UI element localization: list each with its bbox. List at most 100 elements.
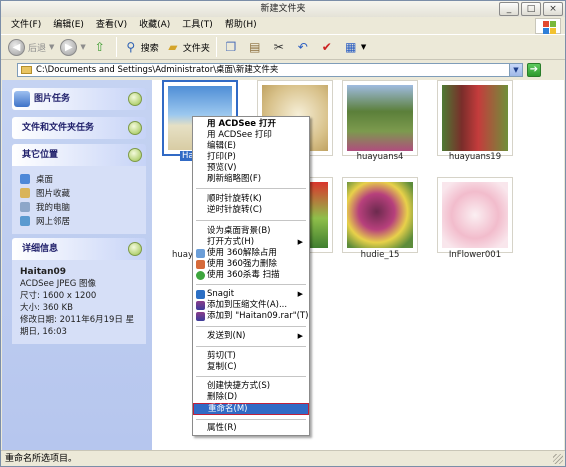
menu-help[interactable]: 帮助(H)	[219, 17, 263, 34]
file-tasks-header[interactable]: 文件和文件夹任务	[12, 117, 146, 139]
chevron-up-icon[interactable]	[128, 148, 142, 162]
submenu-arrow-icon: ▶	[297, 332, 303, 340]
menu-separator	[196, 326, 306, 327]
chevron-down-icon: ▼	[360, 43, 367, 51]
menu-favorites[interactable]: 收藏(A)	[133, 17, 176, 34]
menu-print[interactable]: 打印(P)	[193, 152, 309, 163]
menu-open-acdsee[interactable]: 用 ACDSee 打开	[193, 119, 309, 130]
folders-button[interactable]: ▰ 文件夹	[162, 36, 213, 58]
chevron-down-icon[interactable]	[128, 92, 142, 106]
place-label: 桌面	[36, 175, 54, 185]
menu-360-scan-label: 使用 360杀毒 扫描	[207, 270, 280, 280]
thumbnail-huayuans19[interactable]	[437, 80, 513, 156]
scissors-icon: ✂	[273, 40, 284, 54]
chevron-down-icon[interactable]	[128, 121, 142, 135]
views-button[interactable]: ▦ ▼	[340, 36, 369, 58]
menu-360-force-delete-label: 使用 360强力删除	[207, 259, 277, 269]
menu-360-unlock-label: 使用 360解除占用	[207, 248, 277, 258]
views-grid-icon: ▦	[345, 40, 357, 54]
menu-rotate-cw[interactable]: 顺时针旋转(K)	[193, 194, 309, 205]
menu-360-unlock[interactable]: 使用 360解除占用	[193, 248, 309, 259]
undo-icon: ↶	[297, 40, 308, 54]
place-label: 网上邻居	[36, 217, 71, 227]
winrar-icon	[196, 301, 205, 310]
other-places-panel: 其它位置 桌面 图片收藏 我的电脑 网上邻居	[12, 144, 146, 234]
menu-add-to-archive-label: 添加到压缩文件(A)...	[207, 300, 288, 310]
cut-button[interactable]: ✂	[268, 36, 292, 58]
menu-360-force-delete[interactable]: 使用 360强力删除	[193, 259, 309, 270]
go-button[interactable]: ➔	[527, 63, 541, 77]
menu-view[interactable]: 查看(V)	[90, 17, 133, 34]
place-my-pictures[interactable]: 图片收藏	[20, 186, 138, 200]
search-icon: ⚲	[126, 40, 136, 54]
other-places-header[interactable]: 其它位置	[12, 144, 146, 166]
paste-button[interactable]: ▤	[244, 36, 268, 58]
menu-delete[interactable]: 删除(D)	[193, 392, 309, 403]
place-desktop[interactable]: 桌面	[20, 172, 138, 186]
menu-create-shortcut[interactable]: 创建快捷方式(S)	[193, 381, 309, 392]
menu-add-to-rar[interactable]: 添加到 "Haitan09.rar"(T)	[193, 311, 309, 322]
back-label: 后退	[28, 43, 47, 54]
menu-open-with[interactable]: 打开方式(H) ▶	[193, 237, 309, 248]
address-path: C:\Documents and Settings\Administrator\…	[36, 65, 279, 75]
menu-copy[interactable]: 复制(C)	[193, 362, 309, 373]
copy-to-button[interactable]: ❐	[220, 36, 244, 58]
file-tasks-panel: 文件和文件夹任务	[12, 117, 146, 139]
back-button[interactable]: ◀ 后退 ▼	[5, 36, 57, 58]
menu-print-acdsee[interactable]: 用 ACDSee 打印	[193, 130, 309, 141]
minimize-button[interactable]: _	[499, 2, 519, 16]
folders-label: 文件夹	[182, 43, 210, 54]
resize-grip[interactable]	[553, 454, 563, 464]
close-button[interactable]: ×	[543, 2, 563, 16]
menu-edit[interactable]: 编辑(E)	[47, 17, 90, 34]
pink-flower-image	[442, 182, 508, 248]
menu-send-to[interactable]: 发送到(N) ▶	[193, 331, 309, 342]
menu-file[interactable]: 文件(F)	[5, 17, 47, 34]
title-bar[interactable]: 新建文件夹 _ □ ×	[1, 1, 565, 17]
thumbnail-huayuans4[interactable]	[342, 80, 418, 156]
camera-icon	[14, 91, 30, 107]
menu-separator	[196, 188, 306, 189]
status-bar: 重命名所选项目。	[1, 450, 565, 466]
menu-cut[interactable]: 剪切(T)	[193, 351, 309, 362]
menu-separator	[196, 346, 306, 347]
properties-button[interactable]: ✔	[316, 36, 340, 58]
chevron-up-icon[interactable]	[128, 242, 142, 256]
paste-icon: ▤	[249, 40, 261, 54]
task-pane: 图片任务 文件和文件夹任务 其它位置 桌面 图片收藏 我的电脑 网上邻居 详细信…	[2, 80, 152, 450]
chevron-down-icon: ▼	[80, 43, 86, 51]
chevron-down-icon[interactable]: ▼	[509, 64, 522, 76]
explorer-window: 新建文件夹 _ □ × 文件(F) 编辑(E) 查看(V) 收藏(A) 工具(T…	[0, 0, 566, 467]
details-title: 详细信息	[22, 244, 59, 254]
address-field[interactable]: C:\Documents and Settings\Administrator\…	[17, 63, 523, 77]
menu-snagit[interactable]: Snagit ▶	[193, 289, 309, 300]
thumbnail-hudie15[interactable]	[342, 177, 418, 253]
maximize-button[interactable]: □	[521, 2, 541, 16]
menu-preview[interactable]: 预览(V)	[193, 163, 309, 174]
menu-tools[interactable]: 工具(T)	[176, 17, 219, 34]
place-label: 图片收藏	[36, 189, 71, 199]
folder-up-icon: ⇧	[94, 40, 105, 54]
window-controls: _ □ ×	[499, 2, 563, 16]
menu-properties[interactable]: 属性(R)	[193, 423, 309, 434]
thumbnail-inflower001[interactable]	[437, 177, 513, 253]
forward-button[interactable]: ▶ ▼	[57, 36, 88, 58]
detail-modified-cont: 期日, 16:03	[20, 327, 67, 337]
menu-rotate-ccw[interactable]: 逆时针旋转(C)	[193, 205, 309, 216]
search-label: 搜索	[140, 43, 159, 54]
picture-tasks-header[interactable]: 图片任务	[12, 88, 146, 110]
toolbar-separator	[115, 37, 117, 57]
undo-button[interactable]: ↶	[292, 36, 316, 58]
search-button[interactable]: ⚲ 搜索	[120, 36, 162, 58]
place-network[interactable]: 网上邻居	[20, 214, 138, 228]
place-my-computer[interactable]: 我的电脑	[20, 200, 138, 214]
menu-edit[interactable]: 编辑(E)	[193, 141, 309, 152]
menu-set-wallpaper[interactable]: 设为桌面背景(B)	[193, 226, 309, 237]
up-button[interactable]: ⇧	[89, 36, 113, 58]
menu-add-to-archive[interactable]: 添加到压缩文件(A)...	[193, 300, 309, 311]
menu-rename[interactable]: 重命名(M)	[193, 403, 309, 415]
copy-icon: ❐	[225, 40, 237, 54]
menu-refresh-thumbnail[interactable]: 刷新缩略图(F)	[193, 174, 309, 185]
details-header[interactable]: 详细信息	[12, 238, 146, 260]
menu-360-scan[interactable]: 使用 360杀毒 扫描	[193, 270, 309, 281]
